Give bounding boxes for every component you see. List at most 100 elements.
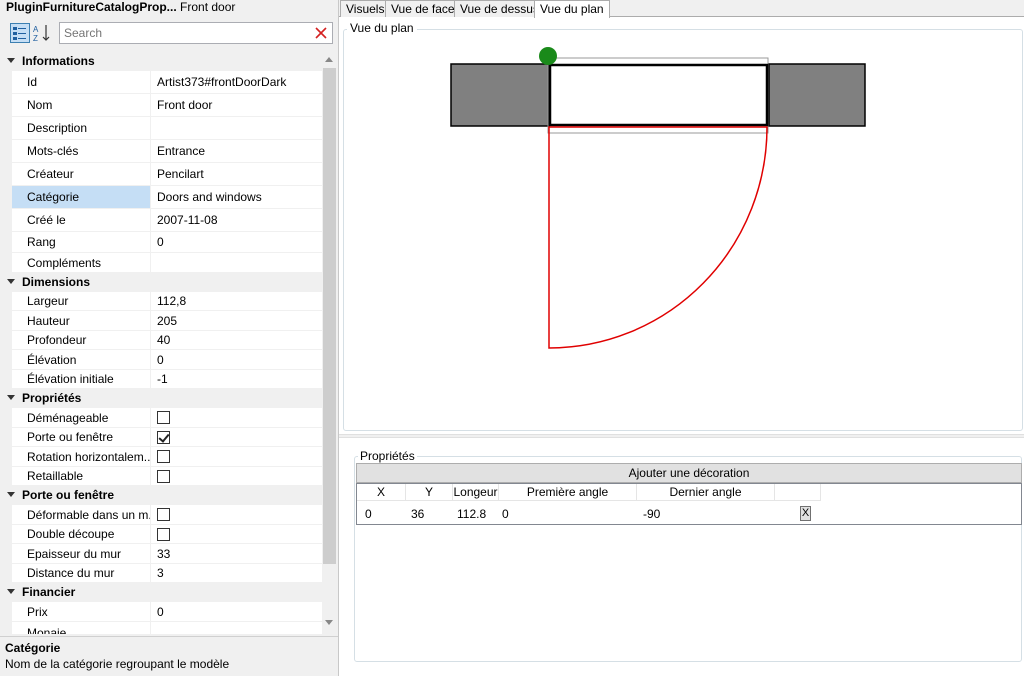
prop-row-cree-le[interactable]: Créé le 2007-11-08 bbox=[2, 209, 322, 232]
cell-y[interactable]: 36 bbox=[411, 504, 424, 524]
prop-label: Retaillable bbox=[12, 467, 150, 486]
prop-value[interactable]: 0 bbox=[150, 350, 322, 370]
category-informations[interactable]: Informations bbox=[2, 52, 322, 71]
collapse-icon[interactable] bbox=[7, 492, 15, 497]
prop-label: Déformable dans un m... bbox=[12, 505, 150, 525]
prop-row-epaisseur[interactable]: Epaisseur du mur 33 bbox=[2, 544, 322, 564]
prop-value[interactable]: Pencilart bbox=[150, 163, 322, 186]
prop-row-prix[interactable]: Prix 0 bbox=[2, 602, 322, 622]
deformable-checkbox[interactable] bbox=[157, 508, 170, 521]
property-toolbar: A Z bbox=[0, 17, 338, 51]
prop-value[interactable]: 0 bbox=[150, 232, 322, 253]
prop-label: Porte ou fenêtre bbox=[12, 428, 150, 447]
collapse-icon[interactable] bbox=[7, 589, 15, 594]
prop-value[interactable]: 40 bbox=[150, 331, 322, 350]
object-name: Front door bbox=[180, 0, 236, 14]
prop-row-elevation-initiale[interactable]: Élévation initiale -1 bbox=[2, 370, 322, 389]
prop-value[interactable]: 3 bbox=[150, 564, 322, 583]
decorations-legend: Propriétés bbox=[358, 449, 417, 463]
demenageable-checkbox[interactable] bbox=[157, 411, 170, 424]
cell-premiere-angle[interactable]: 0 bbox=[502, 504, 509, 524]
prop-value[interactable]: 112,8 bbox=[150, 292, 322, 311]
door-leaf bbox=[548, 63, 769, 127]
double-decoupe-checkbox[interactable] bbox=[157, 527, 170, 541]
prop-row-retaillable[interactable]: Retaillable bbox=[2, 467, 322, 486]
prop-row-hauteur[interactable]: Hauteur 205 bbox=[2, 311, 322, 331]
prop-value[interactable] bbox=[150, 253, 322, 273]
porte-fenetre-checkbox[interactable] bbox=[157, 430, 170, 444]
col-header-dernier-angle[interactable]: Dernier angle bbox=[637, 484, 775, 501]
prop-value[interactable]: 0 bbox=[150, 602, 322, 622]
delete-decoration-button[interactable]: X bbox=[800, 506, 811, 521]
category-dimensions[interactable]: Dimensions bbox=[2, 273, 322, 292]
prop-value[interactable]: 205 bbox=[150, 311, 322, 331]
prop-row-createur[interactable]: Créateur Pencilart bbox=[2, 163, 322, 186]
col-header-y[interactable]: Y bbox=[406, 484, 453, 501]
alphabetical-sort-button[interactable]: A Z bbox=[32, 23, 52, 43]
scroll-thumb[interactable] bbox=[323, 68, 336, 564]
rotation-handle-icon[interactable] bbox=[539, 47, 557, 65]
prop-label: Description bbox=[12, 117, 150, 140]
prop-value[interactable]: Entrance bbox=[150, 140, 322, 163]
cell-x[interactable]: 0 bbox=[365, 504, 372, 524]
splitter[interactable] bbox=[339, 434, 1024, 438]
rotation-checkbox[interactable] bbox=[157, 450, 170, 463]
col-header-empty bbox=[775, 484, 821, 501]
prop-row-largeur[interactable]: Largeur 112,8 bbox=[2, 292, 322, 311]
cell-longeur[interactable]: 112.8 bbox=[457, 504, 486, 524]
prop-row-nom[interactable]: Nom Front door bbox=[2, 94, 322, 117]
category-porte-fenetre[interactable]: Porte ou fenêtre bbox=[2, 486, 322, 505]
category-financier[interactable]: Financier bbox=[2, 583, 322, 602]
prop-row-complements[interactable]: Compléments bbox=[2, 253, 322, 273]
clear-search-icon[interactable] bbox=[314, 26, 328, 40]
plan-view-canvas bbox=[450, 47, 866, 349]
prop-value[interactable]: Doors and windows bbox=[150, 186, 322, 209]
prop-value[interactable] bbox=[150, 117, 322, 140]
prop-row-double-decoupe[interactable]: Double découpe bbox=[2, 525, 322, 544]
prop-row-mots-cles[interactable]: Mots-clés Entrance bbox=[2, 140, 322, 163]
prop-label: Largeur bbox=[12, 292, 150, 311]
cell-dernier-angle[interactable]: -90 bbox=[643, 504, 660, 524]
prop-value[interactable]: 33 bbox=[150, 544, 322, 564]
prop-row-elevation[interactable]: Élévation 0 bbox=[2, 350, 322, 370]
search-input[interactable] bbox=[60, 23, 300, 43]
retaillable-checkbox[interactable] bbox=[157, 469, 170, 483]
grid-scrollbar[interactable] bbox=[322, 52, 337, 634]
col-header-longeur[interactable]: Longeur bbox=[453, 484, 499, 501]
categorized-view-button[interactable] bbox=[10, 23, 30, 43]
col-header-x[interactable]: X bbox=[357, 484, 406, 501]
prop-value[interactable]: Artist373#frontDoorDark bbox=[150, 71, 322, 94]
prop-value[interactable]: 2007-11-08 bbox=[150, 209, 322, 232]
search-box[interactable] bbox=[59, 22, 333, 44]
scroll-up-icon[interactable] bbox=[325, 57, 333, 62]
prop-value[interactable]: -1 bbox=[150, 370, 322, 389]
prop-row-categorie[interactable]: Catégorie Doors and windows bbox=[2, 186, 322, 209]
left-wall bbox=[450, 63, 550, 127]
prop-row-rang[interactable]: Rang 0 bbox=[2, 232, 322, 253]
prop-row-porte-fenetre[interactable]: Porte ou fenêtre bbox=[2, 428, 322, 447]
collapse-icon[interactable] bbox=[7, 279, 15, 284]
prop-value[interactable]: Front door bbox=[150, 94, 322, 117]
col-header-premiere-angle[interactable]: Première angle bbox=[499, 484, 637, 501]
prop-row-rotation[interactable]: Rotation horizontalem... bbox=[2, 447, 322, 467]
scroll-down-icon[interactable] bbox=[325, 620, 333, 625]
prop-row-profondeur[interactable]: Profondeur 40 bbox=[2, 331, 322, 350]
prop-label: Id bbox=[12, 71, 150, 94]
decorations-table: X Y Longeur Première angle Dernier angle… bbox=[356, 483, 1022, 525]
prop-row-description[interactable]: Description bbox=[2, 117, 322, 140]
prop-row-id[interactable]: Id Artist373#frontDoorDark bbox=[2, 71, 322, 94]
prop-row-monaie[interactable]: Monaie bbox=[2, 622, 322, 634]
prop-value[interactable] bbox=[150, 622, 322, 634]
prop-label: Nom bbox=[12, 94, 150, 117]
categorized-icon bbox=[13, 27, 26, 40]
add-decoration-button[interactable]: Ajouter une décoration bbox=[356, 463, 1022, 483]
collapse-icon[interactable] bbox=[7, 395, 15, 400]
help-description: Nom de la catégorie regroupant le modèle bbox=[5, 657, 230, 671]
collapse-icon[interactable] bbox=[7, 58, 15, 63]
category-proprietes[interactable]: Propriétés bbox=[2, 389, 322, 408]
svg-text:A: A bbox=[33, 25, 39, 34]
properties-panel: PluginFurnitureCatalogProp... Front door… bbox=[0, 0, 338, 676]
prop-row-demenageable[interactable]: Déménageable bbox=[2, 408, 322, 428]
prop-row-deformable[interactable]: Déformable dans un m... bbox=[2, 505, 322, 525]
prop-row-distance[interactable]: Distance du mur 3 bbox=[2, 564, 322, 583]
